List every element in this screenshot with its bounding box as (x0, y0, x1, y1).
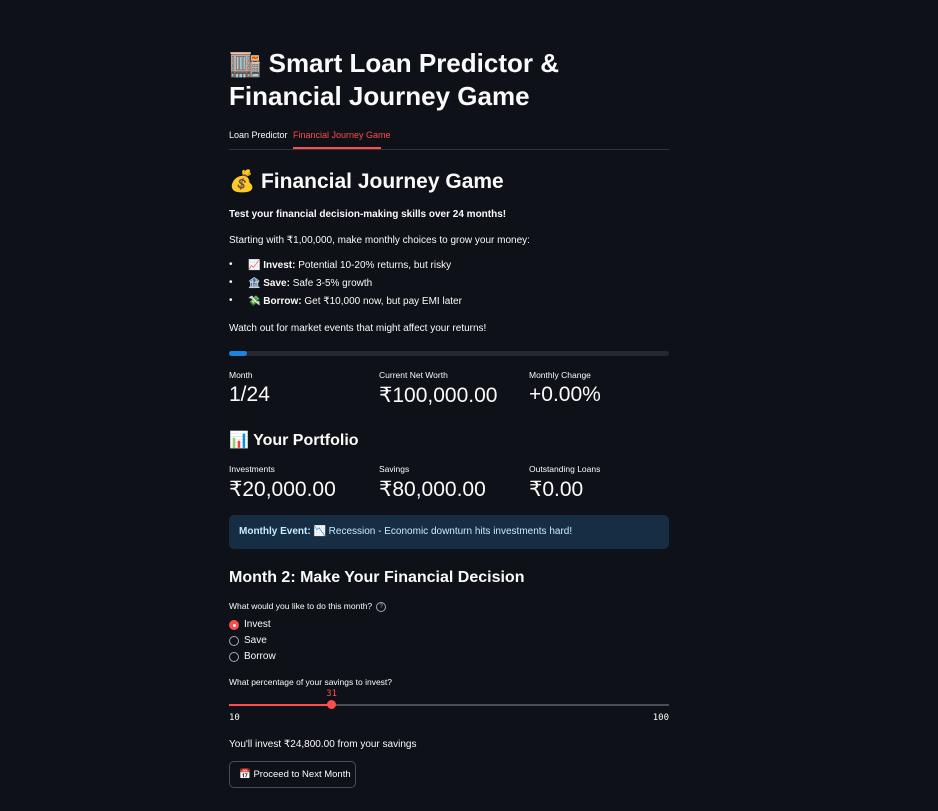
game-progress-bar (229, 351, 669, 356)
money-wings-icon: 💸 (248, 296, 261, 307)
slider-fill (229, 704, 332, 706)
slider-min: 10 (229, 713, 240, 723)
slider-value: 31 (326, 689, 338, 699)
game-intro: Starting with ₹1,00,000, make monthly ch… (229, 235, 530, 246)
invest-summary: You'll invest ₹24,800.00 from your savin… (229, 739, 417, 750)
page-title-line1: 🏬 Smart Loan Predictor & (229, 48, 559, 78)
tab-financial-journey-game[interactable]: Financial Journey Game (293, 130, 391, 140)
page-title: 🏬 Smart Loan Predictor & Financial Journ… (229, 47, 669, 113)
invest-percentage-slider[interactable] (229, 700, 669, 709)
savings-label: Savings (379, 464, 410, 474)
proceed-next-month-button[interactable]: 📅 Proceed to Next Month (229, 761, 356, 788)
investments-value: ₹20,000.00 (229, 478, 336, 501)
monthly-change-label: Monthly Change (529, 370, 591, 380)
radio-selected-icon (229, 620, 239, 630)
loans-value: ₹0.00 (529, 478, 584, 501)
tab-bar: Loan Predictor Financial Journey Game (229, 126, 669, 150)
radio-unselected-icon (229, 636, 239, 646)
month-label: Month (229, 370, 253, 380)
loans-label: Outstanding Loans (529, 464, 601, 474)
slider-label: What percentage of your savings to inves… (229, 677, 393, 687)
game-progress-fill (229, 351, 247, 356)
radio-unselected-icon (229, 652, 239, 662)
game-intro-bold: Test your financial decision-making skil… (229, 209, 507, 220)
net-worth-label: Current Net Worth (379, 370, 448, 380)
investments-label: Investments (229, 464, 275, 474)
net-worth-value: ₹100,000.00 (379, 384, 498, 407)
decision-question: What would you like to do this month?? (229, 601, 387, 612)
monthly-event-box: Monthly Event: 📉 Recession - Economic do… (229, 515, 669, 549)
bank-icon: 🏦 (248, 278, 261, 289)
savings-value: ₹80,000.00 (379, 478, 486, 501)
monthly-change-value: +0.00% (529, 383, 601, 406)
chart-up-icon: 📈 (248, 260, 261, 271)
tab-loan-predictor[interactable]: Loan Predictor (229, 130, 288, 140)
slider-thumb[interactable] (327, 700, 337, 709)
slider-max: 100 (652, 713, 669, 723)
help-icon[interactable]: ? (376, 601, 387, 612)
portfolio-heading: 📊 Your Portfolio (229, 432, 359, 449)
active-tab-indicator (293, 147, 381, 149)
market-warning: Watch out for market events that might a… (229, 323, 487, 334)
game-heading: 💰 Financial Journey Game (229, 170, 504, 193)
month-value: 1/24 (229, 383, 270, 406)
decision-heading: Month 2: Make Your Financial Decision (229, 569, 525, 586)
page-title-line2: Financial Journey Game (229, 81, 530, 111)
monthly-event-text: Monthly Event: 📉 Recession - Economic do… (239, 526, 573, 537)
